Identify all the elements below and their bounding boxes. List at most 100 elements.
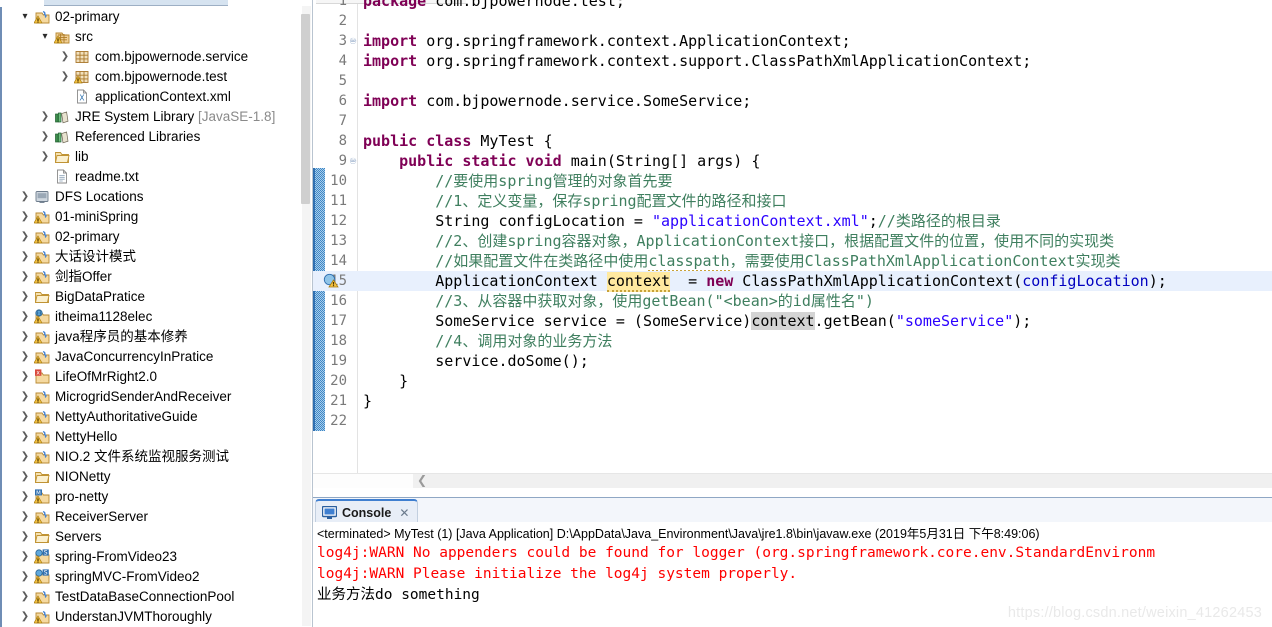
chevron-right-icon[interactable]: ❯ bbox=[18, 367, 32, 387]
code-line[interactable]: 2 bbox=[313, 11, 1272, 31]
chevron-right-icon[interactable]: ❯ bbox=[18, 427, 32, 447]
code-line[interactable]: 5 bbox=[313, 71, 1272, 91]
tree-item[interactable]: ❯ 大话设计模式 bbox=[0, 247, 300, 267]
code-line[interactable]: 9 ♾ public static void main(String[] args… bbox=[313, 151, 1272, 171]
editor-hscrollbar-thumb[interactable] bbox=[313, 474, 413, 488]
code-line[interactable]: 6 import com.bjpowernode.service.SomeServ… bbox=[313, 91, 1272, 111]
chevron-right-icon[interactable]: ❯ bbox=[18, 207, 32, 227]
code-line[interactable]: 13 //2、创建spring容器对象，ApplicationContext接口… bbox=[313, 231, 1272, 251]
tree-item[interactable]: ❯ JRE System Library [JavaSE-1.8] bbox=[0, 107, 300, 127]
chevron-right-icon[interactable]: ❯ bbox=[18, 307, 32, 327]
code-line[interactable]: 16 //3、从容器中获取对象，使用getBean("<bean>的id属性名"… bbox=[313, 291, 1272, 311]
tree-item[interactable]: ❯ SspringMVC-FromVideo2 bbox=[0, 567, 300, 587]
project-tree[interactable]: ▾ 02-primary ▾ src ❯ com.bjpowernode.service ❯… bbox=[0, 7, 300, 627]
code-line[interactable]: 12 String configLocation = "applicationC… bbox=[313, 211, 1272, 231]
fold-collapse-icon[interactable]: ♾ bbox=[348, 151, 358, 171]
chevron-right-icon[interactable]: ❯ bbox=[38, 147, 52, 167]
tree-item[interactable]: ❯ NIONetty bbox=[0, 467, 300, 487]
explorer-scrollbar-thumb[interactable] bbox=[301, 14, 310, 204]
explorer-vertical-scrollbar[interactable] bbox=[301, 6, 311, 626]
chevron-right-icon[interactable]: ❯ bbox=[18, 467, 32, 487]
code-line[interactable]: 22 bbox=[313, 411, 1272, 431]
code-line[interactable]: 17 SomeService service = (SomeService)co… bbox=[313, 311, 1272, 331]
tree-item[interactable]: ❯ NettyHello bbox=[0, 427, 300, 447]
chevron-right-icon[interactable]: ❯ bbox=[18, 547, 32, 567]
chevron-right-icon[interactable]: ❯ bbox=[18, 267, 32, 287]
code-editor[interactable]: 1 package com.bjpowernode.test; 2 3 ♾ import … bbox=[313, 0, 1272, 497]
code-line[interactable]: 11 //1、定义变量，保存spring配置文件的路径和接口 bbox=[313, 191, 1272, 211]
tree-item[interactable]: ❯ com.bjpowernode.test bbox=[0, 67, 300, 87]
code-line[interactable]: 14 //如果配置文件在类路径中使用classpath，需要使用ClassPat… bbox=[313, 251, 1272, 272]
chevron-right-icon[interactable]: ❯ bbox=[58, 67, 72, 87]
tree-item[interactable]: ❯ x LifeOfMrRight2.0 bbox=[0, 367, 300, 387]
tree-item[interactable]: ❯ NettyAuthoritativeGuide bbox=[0, 407, 300, 427]
tree-item[interactable]: ▾ 02-primary bbox=[0, 7, 300, 27]
chevron-right-icon[interactable]: ❯ bbox=[18, 607, 32, 627]
tree-item[interactable]: readme.txt bbox=[0, 167, 300, 187]
code-lines-container[interactable]: 1 package com.bjpowernode.test; 2 3 ♾ import … bbox=[313, 0, 1272, 466]
code-text: package com.bjpowernode.test; bbox=[363, 0, 625, 10]
tree-item[interactable]: ❯ java程序员的基本修养 bbox=[0, 327, 300, 347]
tree-item[interactable]: ❯ com.bjpowernode.service bbox=[0, 47, 300, 67]
close-icon[interactable]: ✕ bbox=[399, 506, 409, 520]
tree-item[interactable]: ❯ Sspring-FromVideo23 bbox=[0, 547, 300, 567]
chevron-left-icon[interactable]: ❮ bbox=[417, 473, 427, 487]
code-line[interactable]: 18 //4、调用对象的业务方法 bbox=[313, 331, 1272, 351]
code-line[interactable]: 3 ♾ import org.springframework.context.App… bbox=[313, 31, 1272, 51]
tree-item[interactable]: ❯ 01-miniSpring bbox=[0, 207, 300, 227]
code-line[interactable]: 20 } bbox=[313, 371, 1272, 391]
chevron-down-icon[interactable]: ▾ bbox=[38, 27, 52, 47]
tree-item[interactable]: ▾ src bbox=[0, 27, 300, 47]
tab-console[interactable]: Console ✕ bbox=[315, 499, 419, 524]
fold-collapse-icon[interactable]: ♾ bbox=[348, 31, 358, 51]
code-line[interactable]: 4 import org.springframework.context.supp… bbox=[313, 51, 1272, 71]
tree-item[interactable]: ❯ BigDataPratice bbox=[0, 287, 300, 307]
tree-item[interactable]: ❯ NIO.2 文件系统监视服务测试 bbox=[0, 447, 300, 467]
tree-item[interactable]: ❯ JavaConcurrencyInPratice bbox=[0, 347, 300, 367]
chevron-right-icon[interactable]: ❯ bbox=[18, 227, 32, 247]
code-line[interactable]: 19 service.doSome(); bbox=[313, 351, 1272, 371]
tree-item[interactable]: ❯ TestDataBaseConnectionPool bbox=[0, 587, 300, 607]
tree-item[interactable]: ❯ UnderstanJVMThoroughly bbox=[0, 607, 300, 627]
console-output-area[interactable]: <terminated> MyTest (1) [Java Applicatio… bbox=[313, 522, 1272, 627]
editor-horizontal-scrollbar[interactable]: ❮ bbox=[313, 473, 1272, 488]
tree-item[interactable]: ❯ MicrogridSenderAndReceiver bbox=[0, 387, 300, 407]
code-line[interactable]: 10 //要使用spring管理的对象首先要 bbox=[313, 171, 1272, 191]
code-text: //3、从容器中获取对象，使用getBean("<bean>的id属性名") bbox=[435, 292, 874, 310]
code-line[interactable]: 1 package com.bjpowernode.test; bbox=[313, 0, 1272, 11]
tree-item[interactable]: ❯ ReceiverServer bbox=[0, 507, 300, 527]
chevron-right-icon[interactable]: ❯ bbox=[18, 507, 32, 527]
chevron-right-icon[interactable]: ❯ bbox=[18, 447, 32, 467]
dfs-icon bbox=[34, 189, 51, 205]
tree-item[interactable]: ❯ 剑指Offer bbox=[0, 267, 300, 287]
chevron-right-icon[interactable]: ❯ bbox=[18, 287, 32, 307]
chevron-right-icon[interactable]: ❯ bbox=[18, 587, 32, 607]
code-line[interactable]: 21} bbox=[313, 391, 1272, 411]
warning-marker-icon[interactable] bbox=[323, 273, 339, 289]
code-line[interactable]: 7 bbox=[313, 111, 1272, 131]
tree-item[interactable]: ❯ Referenced Libraries bbox=[0, 127, 300, 147]
chevron-right-icon[interactable]: ❯ bbox=[38, 127, 52, 147]
chevron-right-icon[interactable]: ❯ bbox=[18, 247, 32, 267]
chevron-down-icon[interactable]: ▾ bbox=[18, 7, 32, 27]
chevron-right-icon[interactable]: ❯ bbox=[18, 407, 32, 427]
code-line[interactable]: 8 public class MyTest { bbox=[313, 131, 1272, 151]
chevron-right-icon[interactable]: ❯ bbox=[18, 527, 32, 547]
tree-item[interactable]: XapplicationContext.xml bbox=[0, 87, 300, 107]
chevron-right-icon[interactable]: ❯ bbox=[18, 387, 32, 407]
code-line[interactable]: 15 ApplicationContext context = new Clas… bbox=[313, 271, 1272, 292]
chevron-right-icon[interactable]: ❯ bbox=[38, 107, 52, 127]
tree-item[interactable]: ❯ Mpro-netty bbox=[0, 487, 300, 507]
chevron-right-icon[interactable]: ❯ bbox=[18, 327, 32, 347]
chevron-right-icon[interactable]: ❯ bbox=[58, 47, 72, 67]
chevron-right-icon[interactable]: ❯ bbox=[18, 187, 32, 207]
tree-item[interactable]: ❯ lib bbox=[0, 147, 300, 167]
tree-item[interactable]: ❯ 02-primary bbox=[0, 227, 300, 247]
package-explorer-tab[interactable] bbox=[44, 0, 228, 6]
tree-item[interactable]: ❯ itheima1128elec bbox=[0, 307, 300, 327]
tree-item[interactable]: ❯ DFS Locations bbox=[0, 187, 300, 207]
chevron-right-icon[interactable]: ❯ bbox=[18, 347, 32, 367]
chevron-right-icon[interactable]: ❯ bbox=[18, 567, 32, 587]
chevron-right-icon[interactable]: ❯ bbox=[18, 487, 32, 507]
tree-item[interactable]: ❯ Servers bbox=[0, 527, 300, 547]
